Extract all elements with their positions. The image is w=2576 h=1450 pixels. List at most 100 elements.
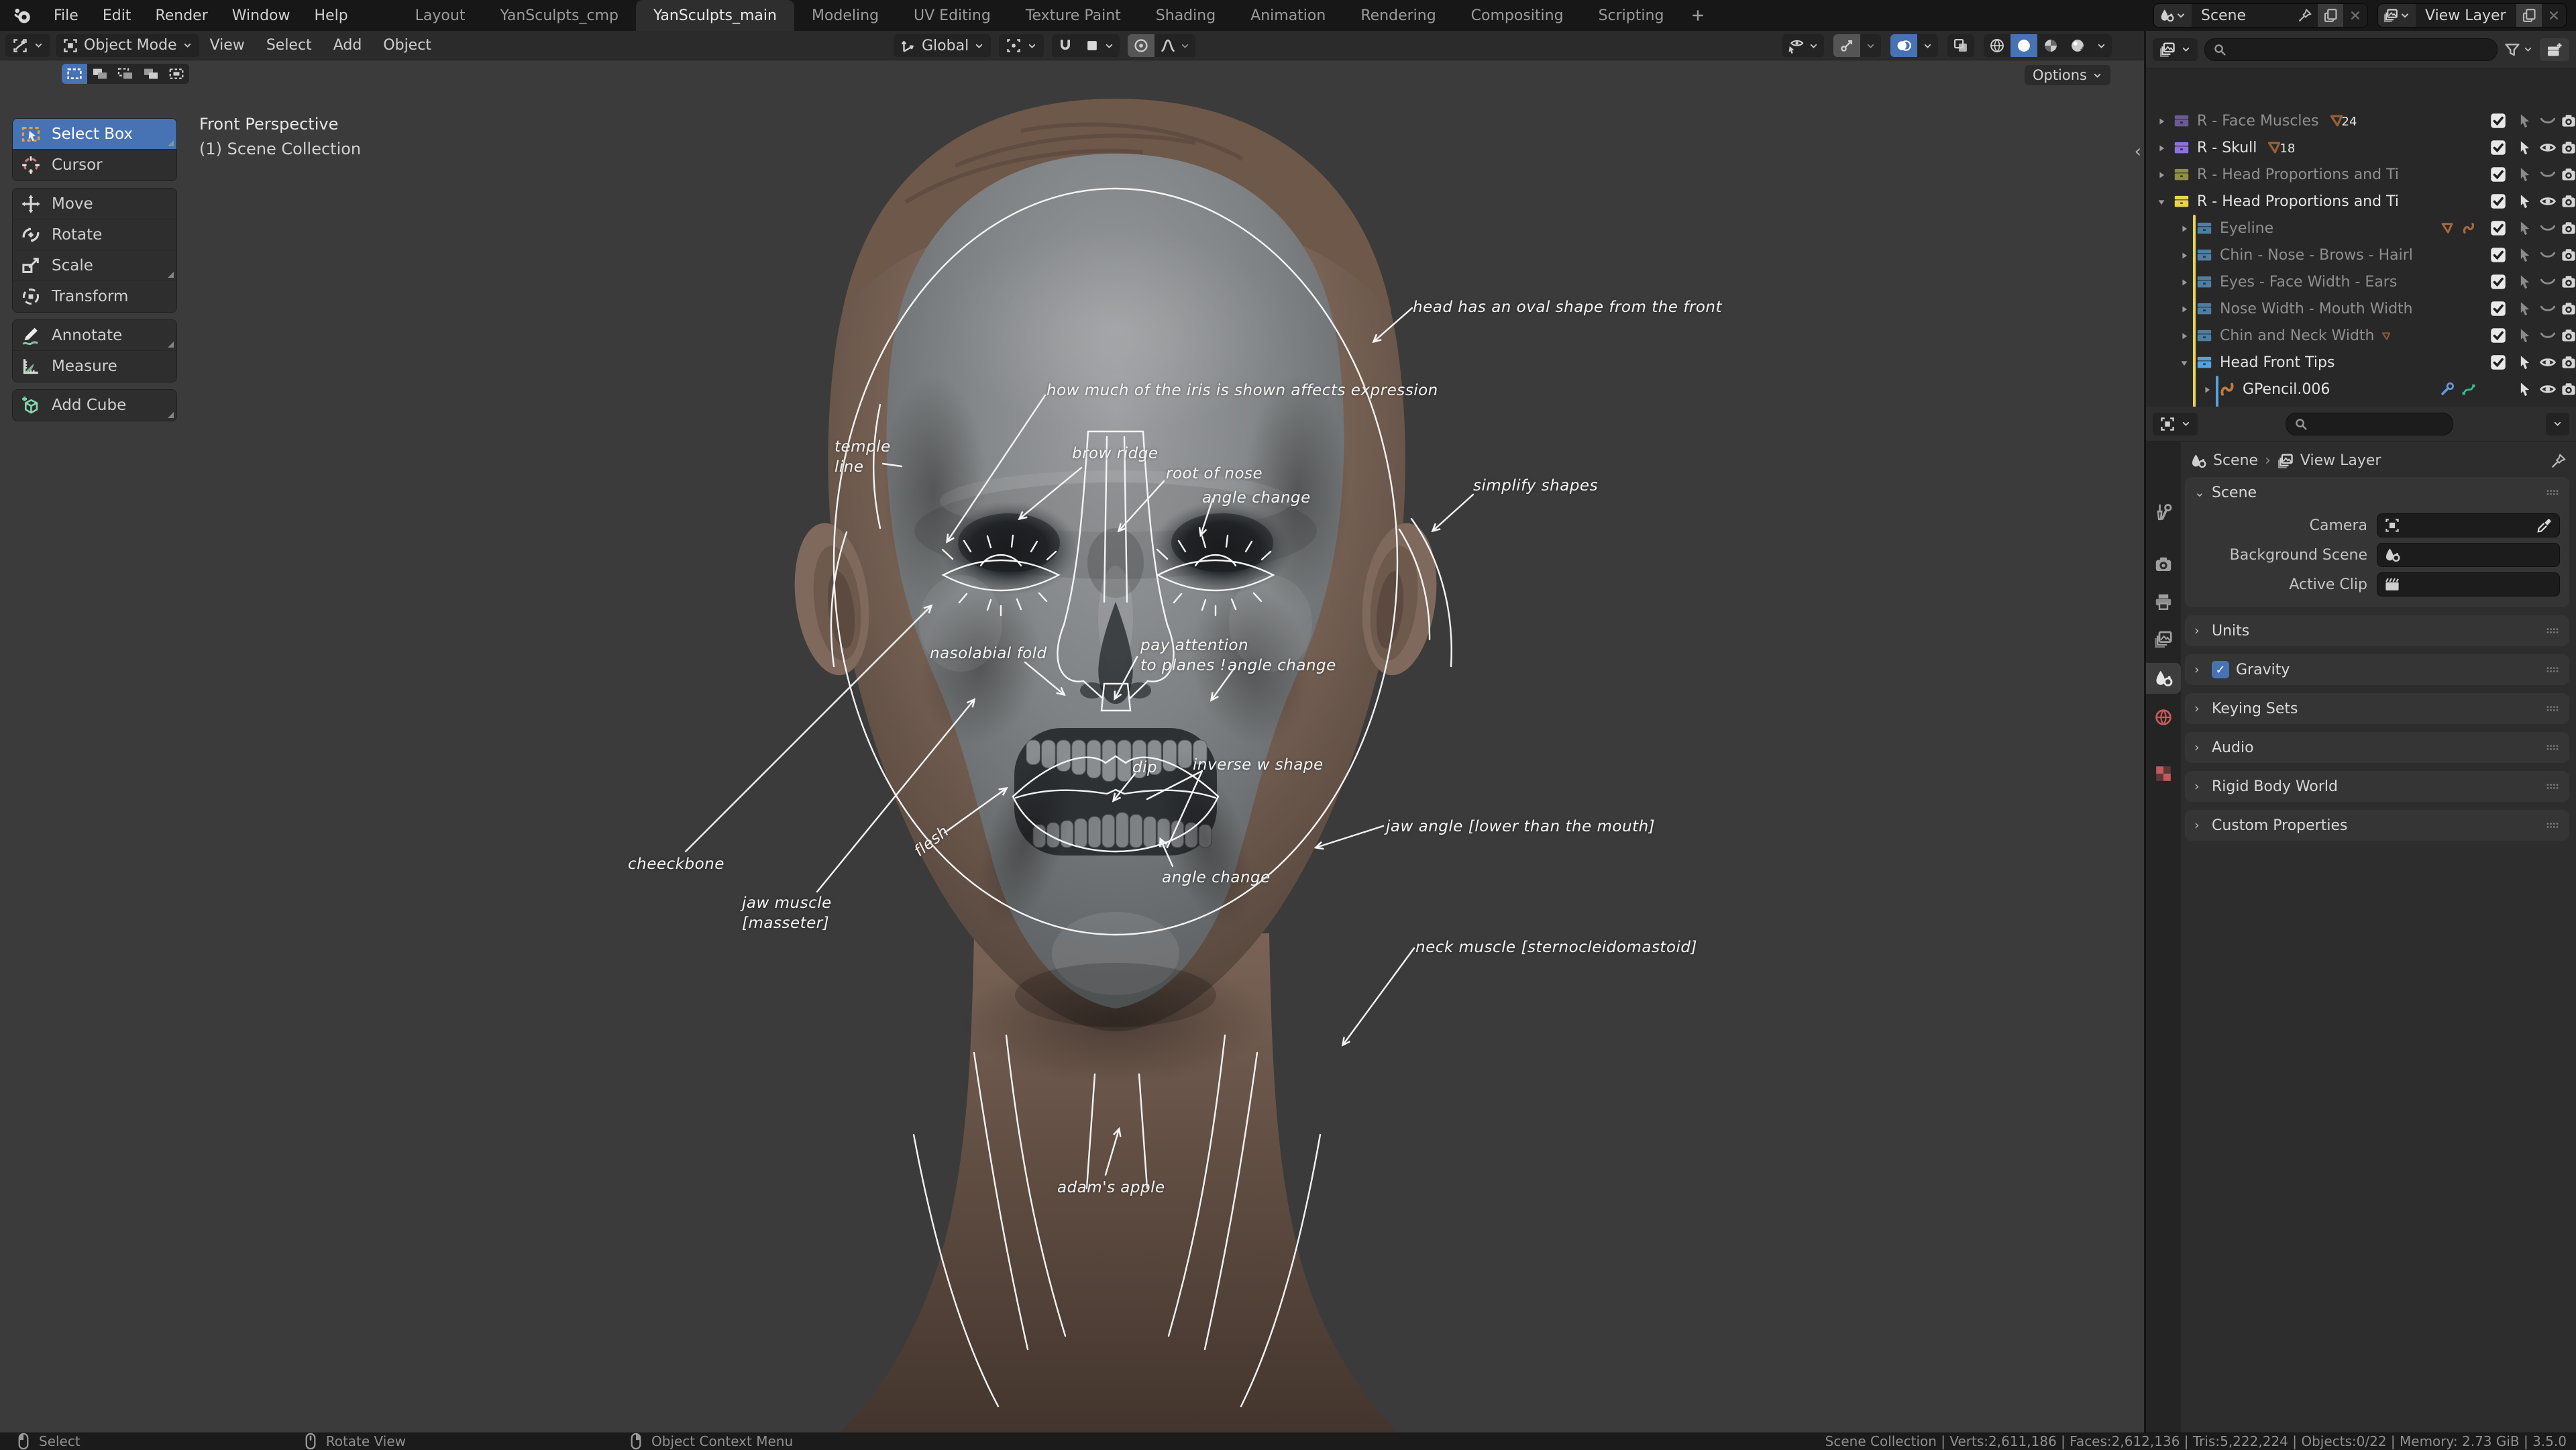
disclosure-open-icon[interactable] bbox=[2178, 354, 2190, 371]
select-mode-new[interactable] bbox=[62, 64, 87, 84]
hide-viewport-icon[interactable] bbox=[2539, 354, 2557, 371]
exclude-checkbox[interactable] bbox=[2489, 166, 2507, 183]
tool-cursor[interactable]: Cursor bbox=[13, 150, 176, 180]
render-visibility-icon[interactable] bbox=[2561, 220, 2576, 236]
mode-selector[interactable]: Object Mode bbox=[56, 34, 199, 57]
disclosure-open-icon[interactable] bbox=[2155, 193, 2167, 210]
panel-audio-header[interactable]: › Audio bbox=[2185, 732, 2569, 763]
workspace-tab-animation[interactable]: Animation bbox=[1233, 0, 1343, 31]
workspace-tab-compositing[interactable]: Compositing bbox=[1454, 0, 1581, 31]
disclosure-closed-icon[interactable] bbox=[2155, 140, 2167, 156]
selectable-icon[interactable] bbox=[2516, 381, 2532, 397]
panel-units-header[interactable]: › Units bbox=[2185, 615, 2569, 646]
menu-file[interactable]: File bbox=[42, 3, 91, 28]
exclude-checkbox[interactable] bbox=[2489, 327, 2507, 344]
breadcrumb-scene[interactable]: Scene bbox=[2213, 452, 2258, 469]
shading-rendered-icon[interactable] bbox=[2064, 34, 2091, 57]
panel-keying-sets-header[interactable]: › Keying Sets bbox=[2185, 693, 2569, 724]
render-visibility-icon[interactable] bbox=[2561, 381, 2576, 397]
outliner-row-head-front-tips[interactable]: Head Front Tips bbox=[2146, 349, 2576, 376]
properties-tab-texture[interactable] bbox=[2146, 758, 2181, 789]
workspace-tab-texture-paint[interactable]: Texture Paint bbox=[1008, 0, 1138, 31]
unlink-scene-button[interactable] bbox=[2343, 4, 2367, 27]
panel-rigid-body-world-header[interactable]: › Rigid Body World bbox=[2185, 771, 2569, 802]
overlays-dropdown[interactable] bbox=[1917, 34, 1938, 57]
properties-options-button[interactable] bbox=[2546, 413, 2569, 435]
new-view-layer-button[interactable] bbox=[2516, 4, 2542, 27]
outliner-row-eyes-face-width-ears[interactable]: Eyes - Face Width - Ears bbox=[2146, 268, 2576, 295]
field-camera-input[interactable] bbox=[2377, 513, 2560, 537]
panel-gravity-header[interactable]: › ✓ Gravity bbox=[2185, 654, 2569, 685]
proportional-edit-icon[interactable] bbox=[1128, 34, 1155, 57]
shading-solid-icon[interactable] bbox=[2010, 34, 2037, 57]
render-visibility-icon[interactable] bbox=[2561, 166, 2576, 183]
disclosure-closed-icon[interactable] bbox=[2178, 247, 2190, 264]
viewport-menu-view[interactable]: View bbox=[199, 37, 256, 54]
disclosure-closed-icon[interactable] bbox=[2178, 220, 2190, 237]
exclude-checkbox[interactable] bbox=[2489, 246, 2507, 264]
disclosure-closed-icon[interactable] bbox=[2178, 301, 2190, 317]
snap-target-icon[interactable] bbox=[1079, 34, 1120, 57]
menu-edit[interactable]: Edit bbox=[91, 3, 144, 28]
magnet-icon[interactable] bbox=[1052, 34, 1079, 57]
add-workspace-button[interactable] bbox=[1681, 8, 1715, 23]
workspace-tab-shading[interactable]: Shading bbox=[1138, 0, 1233, 31]
workspace-tab-yansculpts-cmp[interactable]: YanSculpts_cmp bbox=[482, 0, 636, 31]
tool-select-box[interactable]: Select Box bbox=[13, 119, 176, 150]
disclosure-closed-icon[interactable] bbox=[2155, 113, 2167, 130]
visibility-icon[interactable] bbox=[1782, 34, 1824, 57]
outliner-search-input[interactable] bbox=[2232, 42, 2489, 57]
field-background-scene-input[interactable] bbox=[2377, 543, 2560, 567]
selectable-icon[interactable] bbox=[2516, 327, 2532, 344]
outliner-row-r-head-proportions-and-tips[interactable]: R - Head Proportions and Tips bbox=[2146, 161, 2576, 188]
tool-rotate[interactable]: Rotate bbox=[13, 219, 176, 250]
properties-editor-type-button[interactable] bbox=[2153, 413, 2198, 435]
pivot-point-button[interactable] bbox=[999, 34, 1044, 57]
shading-material-icon[interactable] bbox=[2037, 34, 2064, 57]
disclosure-closed-icon[interactable] bbox=[2178, 274, 2190, 291]
xray-toggle[interactable] bbox=[1947, 34, 1974, 57]
workspace-tab-rendering[interactable]: Rendering bbox=[1343, 0, 1453, 31]
options-button[interactable]: Options bbox=[2025, 65, 2110, 85]
visibility-controls[interactable] bbox=[1782, 34, 1824, 57]
properties-tab-output[interactable] bbox=[2146, 586, 2181, 617]
render-visibility-icon[interactable] bbox=[2561, 327, 2576, 344]
select-mode-invert[interactable] bbox=[138, 64, 164, 84]
remove-view-layer-button[interactable] bbox=[2542, 4, 2566, 27]
overlays-icon[interactable] bbox=[1890, 34, 1917, 57]
field-active-clip-input[interactable] bbox=[2377, 572, 2560, 597]
hide-viewport-icon[interactable] bbox=[2539, 327, 2557, 344]
exclude-checkbox[interactable] bbox=[2489, 112, 2507, 130]
select-mode-intersect[interactable] bbox=[164, 64, 189, 84]
gizmo-controls[interactable] bbox=[1833, 34, 1881, 57]
hide-viewport-icon[interactable] bbox=[2539, 219, 2557, 237]
outliner-row-nose-width-mouth-width[interactable]: Nose Width - Mouth Width bbox=[2146, 295, 2576, 322]
properties-tab-world[interactable] bbox=[2146, 702, 2181, 733]
exclude-checkbox[interactable] bbox=[2489, 219, 2507, 237]
hide-viewport-icon[interactable] bbox=[2539, 139, 2557, 156]
selectable-icon[interactable] bbox=[2516, 354, 2532, 370]
falloff-icon[interactable] bbox=[1155, 34, 1195, 57]
viewport-canvas[interactable]: head has an oval shape from the fronthow… bbox=[0, 61, 2145, 1433]
shading-wireframe-icon[interactable] bbox=[1984, 34, 2010, 57]
proportional-edit-controls[interactable] bbox=[1128, 34, 1195, 57]
selectable-icon[interactable] bbox=[2516, 140, 2532, 156]
hide-viewport-icon[interactable] bbox=[2539, 112, 2557, 130]
orientation-selector[interactable]: Global bbox=[894, 34, 991, 57]
viewport-menu-add[interactable]: Add bbox=[323, 37, 373, 54]
menu-window[interactable]: Window bbox=[220, 3, 303, 28]
tool-measure[interactable]: Measure bbox=[13, 351, 176, 382]
xray-icon[interactable] bbox=[1947, 34, 1974, 57]
render-visibility-icon[interactable] bbox=[2561, 354, 2576, 370]
selectable-icon[interactable] bbox=[2516, 193, 2532, 209]
pin-icon[interactable] bbox=[2292, 4, 2318, 27]
selectable-icon[interactable] bbox=[2516, 166, 2532, 183]
properties-search-input[interactable] bbox=[2313, 416, 2445, 431]
outliner-row-r-skull[interactable]: R - Skull 18 bbox=[2146, 134, 2576, 161]
workspace-tab-yansculpts-main[interactable]: YanSculpts_main bbox=[636, 0, 794, 31]
properties-tab-scene[interactable] bbox=[2146, 663, 2181, 694]
exclude-checkbox[interactable] bbox=[2489, 193, 2507, 210]
gizmo-icon[interactable] bbox=[1833, 34, 1860, 57]
panel-custom-properties-header[interactable]: › Custom Properties bbox=[2185, 810, 2569, 841]
select-mode-subtract[interactable] bbox=[113, 64, 138, 84]
